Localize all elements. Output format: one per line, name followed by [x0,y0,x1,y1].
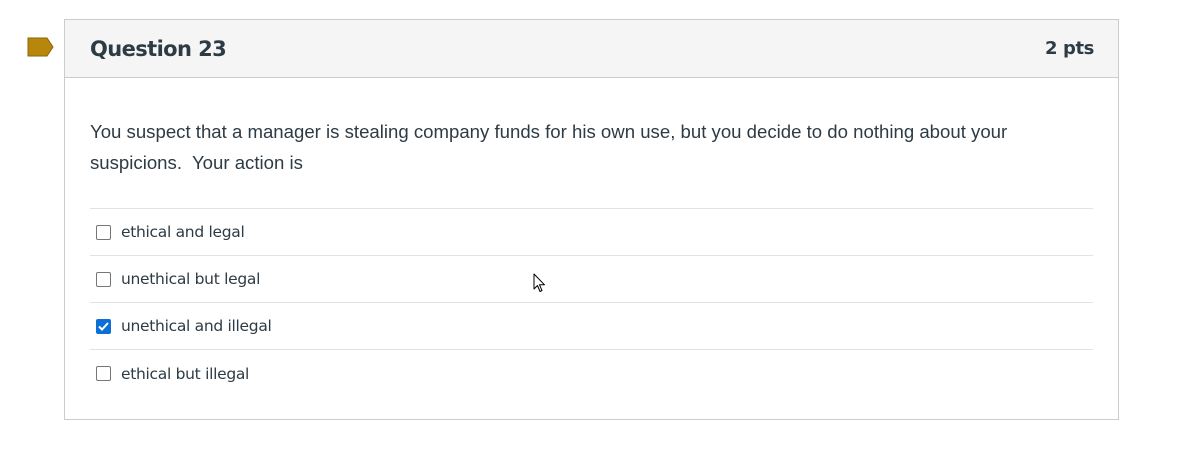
answer-checkbox[interactable] [96,366,111,381]
answer-option[interactable]: unethical and illegal [90,303,1093,350]
answer-checkbox[interactable] [96,271,111,287]
answer-list: ethical and legal unethical but legal un… [90,208,1093,397]
answer-option[interactable]: ethical and legal [90,209,1093,256]
answer-label: ethical and legal [121,223,245,241]
question-text: You suspect that a manager is stealing c… [90,121,1013,173]
question-header: Question 23 2 pts [65,20,1118,78]
question-flag-icon[interactable] [27,37,54,57]
question-card: Question 23 2 pts You suspect that a man… [64,19,1119,420]
answer-option[interactable]: ethical but illegal [90,350,1093,397]
mouse-pointer-icon [533,273,545,292]
answer-label: ethical but illegal [121,364,250,383]
answer-checkbox[interactable] [96,318,111,334]
answer-option[interactable]: unethical but legal [90,256,1093,303]
answer-label: unethical and illegal [121,317,272,335]
question-title: Question 23 [90,36,227,61]
answer-label: unethical but legal [121,270,261,288]
question-points: 2 pts [1045,38,1094,59]
answer-checkbox[interactable] [96,224,111,240]
checkmark-icon [98,321,109,331]
